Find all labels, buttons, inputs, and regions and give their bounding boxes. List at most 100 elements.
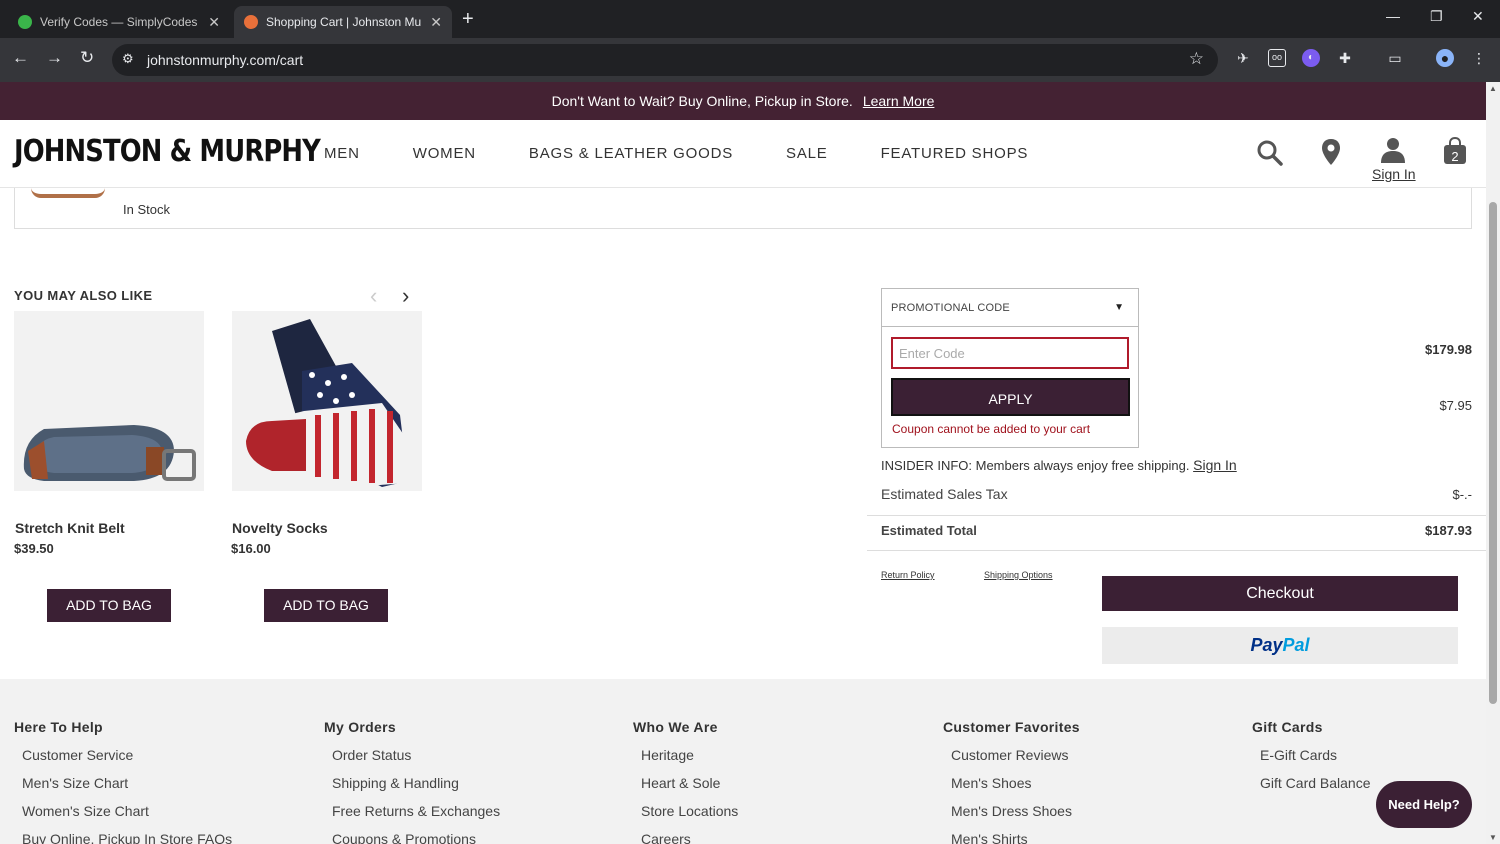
product-name[interactable]: Stretch Knit Belt [15,520,125,536]
tab-shopping-cart[interactable]: Shopping Cart | Johnston Murp ✕ [234,6,452,38]
main-navigation: MEN WOMEN BAGS & LEATHER GOODS SALE FEAT… [324,145,1081,162]
footer-link[interactable]: Men's Size Chart [22,775,232,803]
paypal-logo-pal: Pal [1282,635,1310,655]
belt-product-image[interactable] [14,311,204,491]
page-scrollbar[interactable]: ▲ ▼ [1486,82,1500,844]
tab-simplycodes[interactable]: Verify Codes — SimplyCodes ✕ [8,6,230,38]
footer-link[interactable]: Customer Reviews [951,747,1080,775]
extensions-puzzle-icon[interactable]: ✚ [1336,49,1354,67]
search-icon[interactable] [1256,139,1284,167]
product-name[interactable]: Novelty Socks [232,520,328,536]
nav-men[interactable]: MEN [324,145,360,162]
learn-more-link[interactable]: Learn More [863,93,935,109]
close-window-icon[interactable]: ✕ [1472,8,1484,25]
back-icon[interactable]: ← [12,48,29,68]
store-locator-icon[interactable] [1320,138,1342,166]
footer-link[interactable]: Order Status [332,747,500,775]
header-sign-in-link[interactable]: Sign In [1372,166,1416,182]
footer-link[interactable]: Men's Shoes [951,775,1080,803]
browser-menu-icon[interactable]: ⋮ [1470,49,1488,67]
promo-code-toggle[interactable]: PROMOTIONAL CODE ▼ [882,289,1138,327]
product-price: $39.50 [14,541,54,556]
close-tab-icon[interactable]: ✕ [208,14,220,31]
footer-link[interactable]: Men's Dress Shoes [951,803,1080,831]
brand-logo[interactable]: JOHNSTON & MURPHY [14,134,321,169]
scroll-up-arrow-icon[interactable]: ▲ [1489,84,1497,93]
site-header: JOHNSTON & MURPHY MEN WOMEN BAGS & LEATH… [0,120,1486,188]
promo-code-panel: PROMOTIONAL CODE ▼ APPLY Coupon cannot b… [881,288,1139,448]
restore-icon[interactable]: ❐ [1430,8,1443,25]
caret-down-icon[interactable]: ▼ [1114,302,1124,313]
cart-item: In Stock [14,188,1472,229]
account-icon[interactable] [1380,136,1406,164]
scroll-down-arrow-icon[interactable]: ▼ [1489,833,1497,842]
browser-tab-bar: Verify Codes — SimplyCodes ✕ Shopping Ca… [0,0,1500,38]
footer-column-title: My Orders [324,719,396,735]
add-to-bag-button[interactable]: ADD TO BAG [47,589,171,622]
nav-sale[interactable]: SALE [786,145,828,162]
footer-link[interactable]: Customer Service [22,747,232,775]
address-bar[interactable]: ⚙ johnstonmurphy.com/cart ☆ [112,44,1218,76]
johnston-murphy-favicon-icon [244,15,258,29]
footer-link[interactable]: Men's Shirts [951,831,1080,844]
footer-column-customer-favorites: Customer Favorites Customer Reviews Men'… [943,719,1080,844]
reload-icon[interactable]: ↻ [80,48,94,68]
minimize-icon[interactable]: — [1386,8,1400,24]
promo-banner-text: Don't Want to Wait? Buy Online, Pickup i… [551,93,853,109]
footer-link[interactable]: Free Returns & Exchanges [332,803,500,831]
scrollbar-thumb[interactable] [1489,202,1497,704]
coupon-error-message: Coupon cannot be added to your cart [892,422,1091,436]
footer-link[interactable]: Buy Online, Pickup In Store FAQs [22,831,232,844]
site-info-icon[interactable]: ⚙ [122,51,134,67]
shipping-options-link[interactable]: Shipping Options [984,570,1053,580]
cart-item-image[interactable] [31,188,105,198]
shipping-value: $7.95 [1439,398,1472,413]
promo-code-label: PROMOTIONAL CODE [891,302,1010,314]
apply-button[interactable]: APPLY [891,378,1130,416]
site-footer: Here To Help Customer Service Men's Size… [0,679,1486,844]
nav-women[interactable]: WOMEN [413,145,476,162]
carousel-next-icon[interactable]: › [402,283,409,309]
tax-label: Estimated Sales Tax [881,486,1008,502]
browser-toolbar: ← → ↻ ⚙ johnstonmurphy.com/cart ☆ ✈ oo ◐… [0,38,1500,82]
subtotal-value: $179.98 [1425,342,1472,357]
socks-product-image[interactable] [232,311,422,491]
carousel-prev-icon[interactable]: ‹ [370,283,377,309]
extension-bird-icon[interactable]: ✈ [1234,49,1252,67]
footer-link[interactable]: Shipping & Handling [332,775,500,803]
footer-link[interactable]: E-Gift Cards [1260,747,1371,775]
nav-featured-shops[interactable]: FEATURED SHOPS [881,145,1029,162]
url-text[interactable]: johnstonmurphy.com/cart [147,52,303,68]
return-policy-link[interactable]: Return Policy [881,570,935,580]
footer-column-title: Gift Cards [1252,719,1323,735]
paypal-button[interactable]: PayPal [1102,627,1458,664]
bookmark-star-icon[interactable]: ☆ [1189,49,1204,69]
footer-link[interactable]: Careers [641,831,738,844]
extension-purple-icon[interactable]: ◐ [1302,49,1320,67]
divider [867,550,1486,551]
total-label: Estimated Total [881,523,977,538]
footer-link[interactable]: Women's Size Chart [22,803,232,831]
need-help-chat-button[interactable]: Need Help? [1376,781,1472,828]
close-tab-icon[interactable]: ✕ [430,14,442,31]
insider-info: INSIDER INFO: Members always enjoy free … [881,457,1237,473]
promo-code-input[interactable] [891,337,1129,369]
insider-sign-in-link[interactable]: Sign In [1193,457,1237,473]
new-tab-icon[interactable]: + [462,8,474,31]
extension-glasses-icon[interactable]: oo [1268,49,1286,67]
footer-link[interactable]: Gift Card Balance [1260,775,1371,803]
footer-link[interactable]: Heritage [641,747,738,775]
divider [867,515,1486,516]
footer-link[interactable]: Store Locations [641,803,738,831]
footer-column-title: Customer Favorites [943,719,1080,735]
footer-link[interactable]: Heart & Sole [641,775,738,803]
shopping-bag-icon[interactable]: 2 [1443,137,1467,165]
footer-link[interactable]: Coupons & Promotions [332,831,500,844]
footer-column-who-we-are: Who We Are Heritage Heart & Sole Store L… [633,719,738,844]
forward-icon[interactable]: → [46,48,63,68]
add-to-bag-button[interactable]: ADD TO BAG [264,589,388,622]
profile-avatar-icon[interactable]: ● [1436,49,1454,67]
tab-search-icon[interactable]: ▭ [1386,49,1404,67]
checkout-button[interactable]: Checkout [1102,576,1458,611]
nav-bags-leather-goods[interactable]: BAGS & LEATHER GOODS [529,145,733,162]
